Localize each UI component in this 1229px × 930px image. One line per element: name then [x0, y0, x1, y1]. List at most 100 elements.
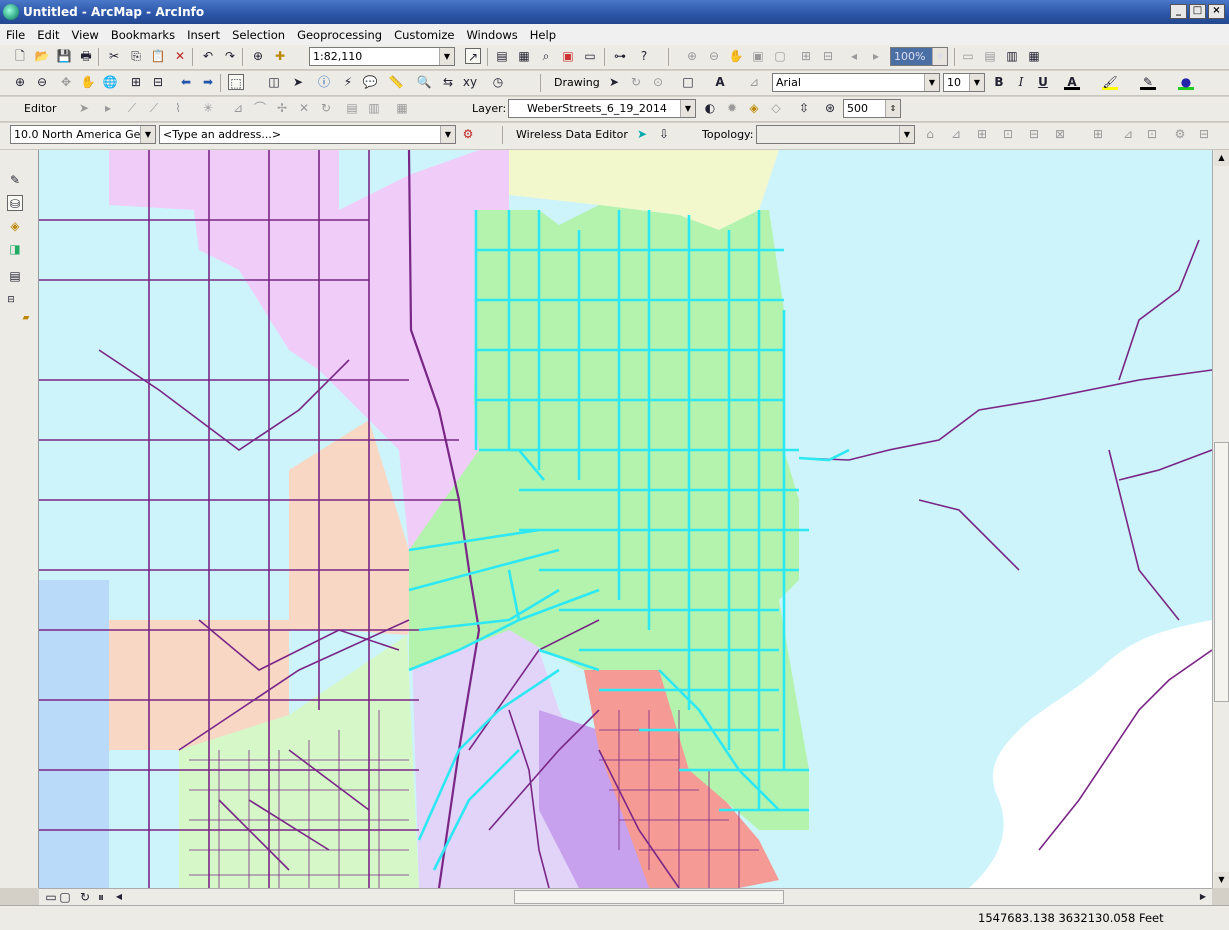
chevron-down-icon[interactable]: ▼ [899, 126, 914, 143]
horizontal-scrollbar[interactable]: ▭ ▢ ↻ ⏸ ◀ ▶ [39, 888, 1212, 905]
python-window-icon[interactable]: ▭ [582, 48, 598, 64]
vertical-scrollbar[interactable]: ▲ ▼ [1212, 150, 1229, 888]
data-view-icon[interactable]: ▢ [57, 889, 73, 905]
create-features-icon[interactable]: ▦ [394, 100, 410, 116]
trace-icon[interactable]: ⌇ [170, 100, 186, 116]
chevron-down-icon[interactable]: ▼ [680, 100, 695, 117]
sketch-properties-icon[interactable]: ▥ [366, 100, 382, 116]
go-back-icon[interactable]: ⬅ [178, 74, 194, 90]
construct-features-icon[interactable]: ⊡ [1000, 126, 1016, 142]
chevron-down-icon[interactable]: ▼ [439, 48, 454, 65]
identify-icon[interactable]: ⓘ [316, 74, 332, 90]
map-topology-icon[interactable]: ⌂ [922, 126, 938, 142]
attributes-icon[interactable]: ▤ [344, 100, 360, 116]
layout-zoom-combo[interactable]: 100% ▼ [890, 47, 948, 66]
wireless-data-editor-menu[interactable]: Wireless Data Editor [516, 128, 628, 141]
refresh-icon[interactable]: ↻ [77, 889, 93, 905]
show-shared-features-icon[interactable]: ⊞ [974, 126, 990, 142]
label-priority-icon[interactable]: ⇳ [796, 100, 812, 116]
fixed-zoom-in-icon[interactable]: ⊞ [128, 74, 144, 90]
validate-extent-icon[interactable]: ⊠ [1052, 126, 1068, 142]
brightness-icon[interactable]: ✹ [724, 100, 740, 116]
scroll-up-arrow-icon[interactable]: ▲ [1214, 150, 1229, 166]
measure-icon[interactable]: 📏 [388, 74, 404, 90]
font-color-icon[interactable]: A [1064, 74, 1080, 90]
wireless-edit-icon[interactable]: ➤ [634, 126, 650, 142]
minimize-button[interactable]: _ [1170, 4, 1187, 19]
menu-file[interactable]: File [0, 28, 31, 42]
list-by-source-icon[interactable]: ⛁ [7, 195, 23, 211]
edit-vertices-icon[interactable]: ⊿ [746, 74, 762, 90]
pause-drawing-icon[interactable]: ⏸ [93, 889, 109, 905]
vertical-scroll-thumb[interactable] [1214, 442, 1229, 702]
map-canvas[interactable] [39, 150, 1212, 888]
list-by-visibility-icon[interactable]: ◈ [7, 218, 23, 234]
line-color-icon[interactable]: ✎ [1140, 74, 1156, 90]
scroll-down-arrow-icon[interactable]: ▼ [1214, 872, 1229, 888]
text-icon[interactable]: A [712, 74, 728, 90]
clear-selection-icon[interactable]: ◫ [266, 74, 282, 90]
model-builder-icon[interactable]: ⊶ [612, 48, 628, 64]
bold-button[interactable]: B [991, 74, 1007, 90]
menu-geoprocessing[interactable]: Geoprocessing [291, 28, 388, 42]
fill-color-icon[interactable]: 🖌 [1102, 74, 1118, 90]
rotate-edit-icon[interactable]: ↻ [318, 100, 334, 116]
scale-label-icon[interactable]: ⊛ [822, 100, 838, 116]
pan-icon[interactable]: ✋ [80, 74, 96, 90]
go-to-xy-icon[interactable]: xy [462, 74, 478, 90]
zoom-to-selected-icon[interactable]: ⊙ [650, 74, 666, 90]
data-driven-pages-icon[interactable]: ▦ [1026, 48, 1042, 64]
chevron-down-icon[interactable]: ▼ [969, 74, 984, 91]
fixed-zoom-out-icon[interactable]: ⊟ [820, 48, 836, 64]
edit-annotation-icon[interactable]: ▸ [100, 100, 116, 116]
options-icon[interactable]: ▤ [7, 268, 23, 284]
find-route-icon[interactable]: ⇆ [440, 74, 456, 90]
chevron-down-icon[interactable]: ▼ [924, 74, 939, 91]
pan-grayed-icon[interactable]: ✥ [58, 74, 74, 90]
hyperlink-icon[interactable]: ⚡ [340, 74, 356, 90]
layer-combo[interactable]: WeberStreets_6_19_2014 ▼ [508, 99, 696, 118]
maximize-button[interactable]: □ [1189, 4, 1206, 19]
scroll-right-arrow-icon[interactable]: ▶ [1195, 889, 1211, 905]
menu-edit[interactable]: Edit [31, 28, 65, 42]
table-of-contents-icon[interactable]: ▤ [494, 48, 510, 64]
chevron-down-icon[interactable]: ▼ [140, 126, 155, 143]
list-by-selection-icon[interactable]: ◨ [7, 241, 23, 257]
cut-polygons-icon[interactable]: ✕ [296, 100, 312, 116]
font-size-combo[interactable]: 10 ▼ [943, 73, 985, 92]
open-folder-icon[interactable]: 📂 [34, 48, 50, 64]
close-button[interactable]: × [1208, 4, 1225, 19]
menu-view[interactable]: View [66, 28, 105, 42]
expand-layers-icon[interactable]: ⊟ [3, 292, 19, 308]
pan-layout-icon[interactable]: ✋ [728, 48, 744, 64]
undo-icon[interactable]: ↶ [200, 48, 216, 64]
italic-button[interactable]: I [1013, 74, 1029, 90]
menu-windows[interactable]: Windows [460, 28, 523, 42]
planarize-icon[interactable]: ⊟ [1026, 126, 1042, 142]
focus-data-frame-icon[interactable]: ▤ [982, 48, 998, 64]
scroll-left-arrow-icon[interactable]: ◀ [111, 889, 127, 905]
edit-vertices-icon[interactable]: ⊿ [230, 100, 246, 116]
spin-arrows-icon[interactable]: ⇕ [885, 100, 900, 117]
menu-bookmarks[interactable]: Bookmarks [105, 28, 181, 42]
copy-icon[interactable]: ⎘ [128, 48, 144, 64]
fixed-zoom-in-icon[interactable]: ⊞ [798, 48, 814, 64]
reshape-icon[interactable]: ⌒ [252, 100, 268, 116]
zoom-whole-page-icon[interactable]: ▣ [750, 48, 766, 64]
zoom-100-icon[interactable]: ▢ [772, 48, 788, 64]
add-data-dropdown-icon[interactable]: ✚ [272, 48, 288, 64]
chevron-down-icon[interactable]: ▼ [440, 126, 455, 143]
map-view[interactable] [39, 150, 1212, 888]
menu-selection[interactable]: Selection [226, 28, 291, 42]
find-icon[interactable]: 🔍 [416, 74, 432, 90]
menu-customize[interactable]: Customize [388, 28, 460, 42]
point-icon[interactable]: ✳ [200, 100, 216, 116]
validate-topology-icon[interactable]: ⊞ [1090, 126, 1106, 142]
label-weight-icon[interactable]: ◇ [768, 100, 784, 116]
label-size-combo[interactable]: 500 ⇕ [843, 99, 901, 118]
fixed-zoom-out-icon[interactable]: ⊟ [150, 74, 166, 90]
underline-button[interactable]: U [1035, 74, 1051, 90]
fix-topology-error-icon[interactable]: ⊿ [1120, 126, 1136, 142]
map-scale-combo[interactable]: 1:82,110 ▼ [309, 47, 455, 66]
topology-options-icon[interactable]: ⊟ [1196, 126, 1212, 142]
